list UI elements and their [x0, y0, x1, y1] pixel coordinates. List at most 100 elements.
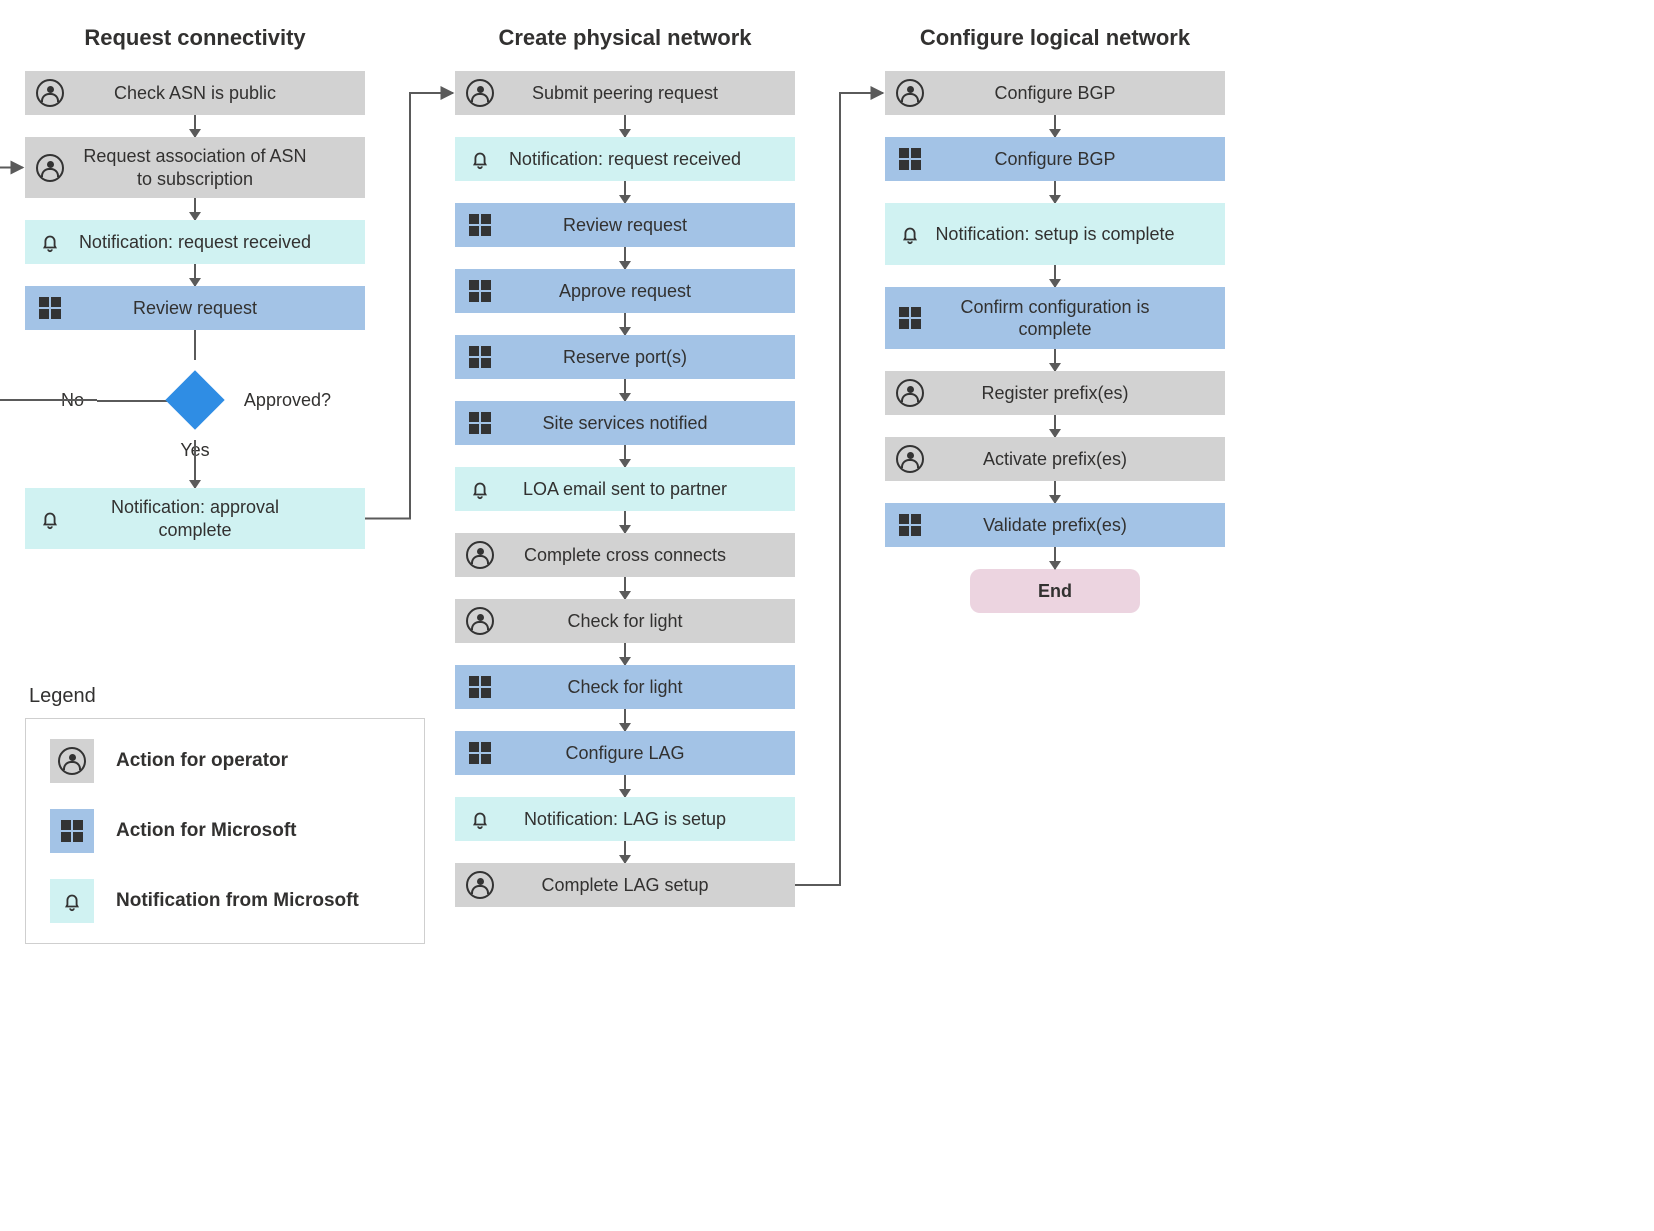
- operator-icon: [455, 871, 505, 899]
- notification-icon: [455, 478, 505, 500]
- arrow-down-icon: [1054, 265, 1056, 287]
- microsoft-icon: [25, 297, 75, 319]
- arrow-down-icon: [194, 115, 196, 137]
- legend-item-notification: Notification from Microsoft: [50, 879, 400, 923]
- step-label: Check ASN is public: [75, 82, 355, 105]
- step-label: Request association of ASN to subscripti…: [75, 145, 355, 190]
- step-review-request: Review request: [25, 286, 365, 330]
- step-label: Reserve port(s): [505, 346, 785, 369]
- decision-approved: No Approved? Yes: [25, 360, 365, 440]
- flow-step: Approve request: [455, 269, 795, 313]
- column-request-connectivity: Request connectivity Check ASN is public…: [25, 25, 365, 549]
- legend-label: Notification from Microsoft: [116, 890, 359, 912]
- step-label: Check for light: [505, 676, 785, 699]
- step-label: Notification: setup is complete: [935, 223, 1215, 246]
- flow-step: Activate prefix(es): [885, 437, 1225, 481]
- flow-step: Notification: setup is complete: [885, 203, 1225, 265]
- step-label: Configure BGP: [935, 82, 1215, 105]
- step-notif-approval: Notification: approval complete: [25, 488, 365, 549]
- microsoft-icon: [885, 307, 935, 329]
- flow-step: Configure BGP: [885, 71, 1225, 115]
- arrow-down-icon: [624, 247, 626, 269]
- legend-item-operator: Action for operator: [50, 739, 400, 783]
- flow-step: Complete LAG setup: [455, 863, 795, 907]
- microsoft-icon: [455, 280, 505, 302]
- legend-item-microsoft: Action for Microsoft: [50, 809, 400, 853]
- decision-no-label: No: [61, 390, 84, 411]
- flow-step: Check for light: [455, 599, 795, 643]
- flow-step: Reserve port(s): [455, 335, 795, 379]
- operator-icon: [25, 79, 75, 107]
- column-title: Request connectivity: [84, 25, 305, 51]
- microsoft-icon: [455, 214, 505, 236]
- end-label: End: [1038, 581, 1072, 602]
- step-label: Notification: request received: [75, 231, 355, 254]
- step-label: Activate prefix(es): [935, 448, 1215, 471]
- flow-step: Validate prefix(es): [885, 503, 1225, 547]
- arrow-down-icon: [624, 775, 626, 797]
- flow-step: Submit peering request: [455, 71, 795, 115]
- arrow-down-icon: [1054, 481, 1056, 503]
- operator-icon: [455, 541, 505, 569]
- step-label: Review request: [505, 214, 785, 237]
- notification-icon: [455, 808, 505, 830]
- arrow-down-icon: [624, 181, 626, 203]
- microsoft-icon: [455, 412, 505, 434]
- step-label: Complete LAG setup: [505, 874, 785, 897]
- flowchart: Request connectivity Check ASN is public…: [25, 25, 1629, 907]
- step-request-association: Request association of ASN to subscripti…: [25, 137, 365, 198]
- step-notif-received: Notification: request received: [25, 220, 365, 264]
- flow-step: Configure BGP: [885, 137, 1225, 181]
- column-title: Configure logical network: [920, 25, 1190, 51]
- arrow-down-icon: [624, 115, 626, 137]
- step-label: Validate prefix(es): [935, 514, 1215, 537]
- end-node: End: [970, 569, 1140, 613]
- microsoft-icon: [50, 809, 94, 853]
- flow-step: Site services notified: [455, 401, 795, 445]
- arrow-down-icon: [624, 841, 626, 863]
- arrow-down-icon: [1054, 115, 1056, 137]
- microsoft-icon: [455, 742, 505, 764]
- arrow-down-icon: [624, 379, 626, 401]
- microsoft-icon: [455, 676, 505, 698]
- operator-icon: [885, 379, 935, 407]
- operator-icon: [885, 79, 935, 107]
- arrow-down-icon: [1054, 349, 1056, 371]
- notification-icon: [455, 148, 505, 170]
- arrow-down-icon: [194, 264, 196, 286]
- arrow-down-icon: [1054, 181, 1056, 203]
- step-label: Configure BGP: [935, 148, 1215, 171]
- legend-box: Action for operator Action for Microsoft…: [25, 718, 425, 944]
- arrow-down-icon: [624, 643, 626, 665]
- flow-step: Complete cross connects: [455, 533, 795, 577]
- microsoft-icon: [455, 346, 505, 368]
- arrow-down-icon: [624, 313, 626, 335]
- step-label: Submit peering request: [505, 82, 785, 105]
- arrow-down-icon: [624, 577, 626, 599]
- column-configure-logical-network: Configure logical network Configure BGP …: [885, 25, 1225, 613]
- step-label: Register prefix(es): [935, 382, 1215, 405]
- decision-question-label: Approved?: [244, 390, 331, 411]
- bell-icon: [25, 231, 75, 253]
- operator-icon: [455, 607, 505, 635]
- operator-icon: [50, 739, 94, 783]
- step-label: Complete cross connects: [505, 544, 785, 567]
- column-steps: Submit peering request Notification: req…: [455, 71, 795, 907]
- flow-step: Register prefix(es): [885, 371, 1225, 415]
- operator-icon: [25, 154, 75, 182]
- step-label: LOA email sent to partner: [505, 478, 785, 501]
- column-steps: Configure BGP Configure BGP Notification…: [885, 71, 1225, 547]
- connector-line: [97, 400, 169, 402]
- operator-icon: [885, 445, 935, 473]
- arrow-down-icon: [624, 709, 626, 731]
- step-label: Check for light: [505, 610, 785, 633]
- flow-step: Notification: request received: [455, 137, 795, 181]
- step-label: Confirm configuration is complete: [935, 296, 1215, 341]
- legend-title: Legend: [25, 685, 425, 708]
- column-title: Create physical network: [498, 25, 751, 51]
- notification-icon: [885, 223, 935, 245]
- step-label: Notification: LAG is setup: [505, 808, 785, 831]
- step-label: Site services notified: [505, 412, 785, 435]
- arrow-down-icon: [624, 445, 626, 467]
- step-label: Approve request: [505, 280, 785, 303]
